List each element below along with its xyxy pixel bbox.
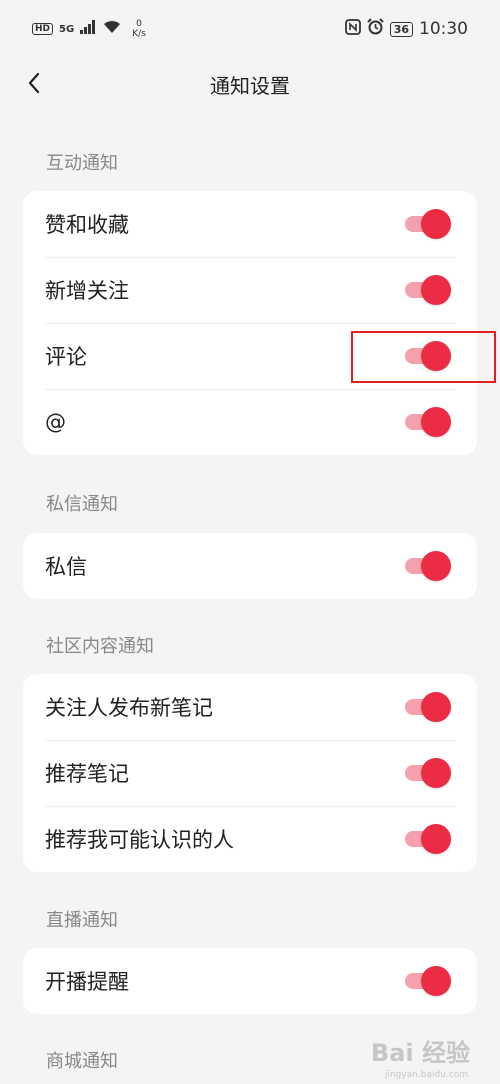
setting-label: @ [45,410,66,434]
setting-row: 推荐笔记 [23,740,477,806]
setting-row: 关注人发布新笔记 [23,674,477,740]
section-label-mall: 商城通知 [46,1051,118,1072]
toggle-switch[interactable] [405,824,451,854]
toggle-switch[interactable] [405,758,451,788]
setting-label: 开播提醒 [45,970,129,994]
status-bar: HD 5G 0 K/s 36 10:30 [0,0,500,58]
wifi-icon [102,19,122,39]
baidu-watermark: Bai 经验 jingyan.baidu.com [370,1033,470,1080]
alarm-icon [366,18,384,40]
setting-row: 新增关注 [23,257,477,323]
nav-bar: 通知设置 [0,58,500,108]
page-title: 通知设置 [210,74,290,98]
toggle-switch[interactable] [405,551,451,581]
setting-row: 私信 [23,533,477,599]
setting-row: 赞和收藏 [23,191,477,257]
toggle-switch[interactable] [405,407,451,437]
watermark-text: Bai 经验 [370,1039,470,1067]
card-community: 关注人发布新笔记 推荐笔记 推荐我可能认识的人 [23,674,477,872]
clock: 10:30 [419,19,468,39]
net-speed-value: 0 [136,19,142,29]
setting-row: 推荐我可能认识的人 [23,806,477,872]
setting-label: 私信 [45,555,87,579]
card-live: 开播提醒 [23,948,477,1014]
hd-indicator: HD [32,23,54,35]
setting-label: 赞和收藏 [45,213,129,237]
toggle-switch[interactable] [405,692,451,722]
net-speed-unit: K/s [132,29,146,39]
battery-level: 36 [389,21,413,37]
section-label-community: 社区内容通知 [46,636,154,657]
card-message: 私信 [23,533,477,599]
section-label-message: 私信通知 [46,494,118,515]
section-label-interaction: 互动通知 [46,153,118,174]
setting-label: 推荐笔记 [45,762,129,786]
status-right: 36 10:30 [344,18,468,40]
toggle-switch[interactable] [405,966,451,996]
setting-row: @ [23,389,477,455]
section-label-live: 直播通知 [46,910,118,931]
setting-label: 评论 [45,345,87,369]
signal-bars-icon [80,19,96,39]
nfc-icon [344,18,361,40]
signal-type: 5G [59,23,75,35]
setting-label: 推荐我可能认识的人 [45,828,234,852]
setting-row: 开播提醒 [23,948,477,1014]
setting-label: 新增关注 [45,279,129,303]
toggle-switch[interactable] [405,275,451,305]
card-interaction: 赞和收藏 新增关注 评论 @ [23,191,477,455]
status-left: HD 5G 0 K/s [32,19,146,39]
watermark-sub: jingyan.baidu.com [384,1070,468,1080]
net-speed: 0 K/s [132,19,146,39]
toggle-switch[interactable] [405,209,451,239]
highlight-box [351,331,496,383]
setting-label: 关注人发布新笔记 [45,696,213,720]
